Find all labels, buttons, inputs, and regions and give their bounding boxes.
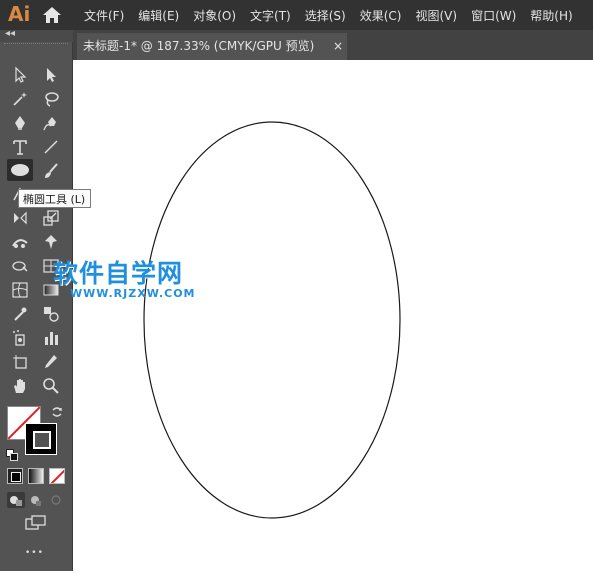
ellipse-shape[interactable] [143,121,401,519]
home-icon[interactable] [42,6,62,24]
color-mode-icon[interactable] [7,468,23,484]
stroke-swatch[interactable] [25,423,57,455]
menu-type[interactable]: 文字(T) [250,7,291,24]
close-tab-icon[interactable]: × [333,33,343,60]
tools-panel: ◂◂ ••• [0,28,73,571]
menu-help[interactable]: 帮助(H) [530,7,572,24]
panel-grip[interactable] [4,43,68,47]
line-segment-tool-icon[interactable] [41,137,61,157]
ellipse-tool-icon[interactable] [7,159,33,181]
collapse-icon[interactable]: ◂◂ [5,28,15,39]
swap-fill-stroke-icon[interactable] [50,404,64,418]
rotate-tool-icon[interactable] [10,208,30,228]
watermark-url: WWW.RJZXW.COM [70,287,196,300]
type-tool-icon[interactable] [10,137,30,157]
menu-bar: Ai 文件(F) 编辑(E) 对象(O) 文字(T) 选择(S) 效果(C) 视… [0,0,593,30]
menu-window[interactable]: 窗口(W) [471,7,516,24]
magic-wand-tool-icon[interactable] [10,89,30,109]
document-tab-bar: 未标题-1* @ 187.33% (CMYK/GPU 预览) × [73,30,593,60]
gradient-mode-icon[interactable] [28,468,44,484]
menu-object[interactable]: 对象(O) [193,7,236,24]
shape-builder-tool-icon[interactable] [10,256,30,276]
zoom-tool-icon[interactable] [41,376,61,396]
watermark-title: 软件自学网 [53,259,184,288]
artboard-canvas[interactable] [74,60,593,571]
default-fill-stroke-icon[interactable] [6,446,18,461]
lasso-tool-icon[interactable] [41,89,61,109]
hand-tool-icon[interactable] [10,376,30,396]
canvas-drawing [143,121,401,519]
tool-tooltip: 椭圆工具 (L) [18,189,91,208]
selection-tool-icon[interactable] [10,65,30,85]
draw-behind-icon[interactable] [27,492,45,508]
tools-panel-header: ◂◂ [0,28,73,42]
width-tool-icon[interactable] [10,232,30,252]
more-tools-icon[interactable]: ••• [25,548,44,558]
symbol-sprayer-tool-icon[interactable] [10,328,30,348]
menu-file[interactable]: 文件(F) [84,7,124,24]
puppet-warp-tool-icon[interactable] [41,232,61,252]
curvature-tool-icon[interactable] [41,113,61,133]
watermark: 软件自学网 WWW.RJZXW.COM [53,254,196,300]
draw-inside-icon[interactable] [47,492,65,508]
pen-tool-icon[interactable] [10,113,30,133]
menu-edit[interactable]: 编辑(E) [138,7,179,24]
column-graph-tool-icon[interactable] [41,328,61,348]
screen-mode-icon[interactable] [24,514,48,532]
direct-selection-tool-icon[interactable] [41,65,61,85]
slice-tool-icon[interactable] [41,352,61,372]
draw-normal-icon[interactable] [7,492,25,508]
menu-view[interactable]: 视图(V) [415,7,457,24]
paintbrush-tool-icon[interactable] [41,161,61,181]
none-mode-icon[interactable] [49,468,65,484]
document-tab-title: 未标题-1* @ 187.33% (CMYK/GPU 预览) [83,39,315,53]
artboard-tool-icon[interactable] [10,352,30,372]
document-tab[interactable]: 未标题-1* @ 187.33% (CMYK/GPU 预览) × [77,33,347,60]
menu-effect[interactable]: 效果(C) [360,7,402,24]
main-menu: 文件(F) 编辑(E) 对象(O) 文字(T) 选择(S) 效果(C) 视图(V… [84,0,587,30]
menu-select[interactable]: 选择(S) [305,7,346,24]
mesh-tool-icon[interactable] [10,280,30,300]
scale-tool-icon[interactable] [41,208,61,228]
blend-tool-icon[interactable] [41,304,61,324]
eyedropper-tool-icon[interactable] [10,304,30,324]
app-logo: Ai [8,2,31,26]
